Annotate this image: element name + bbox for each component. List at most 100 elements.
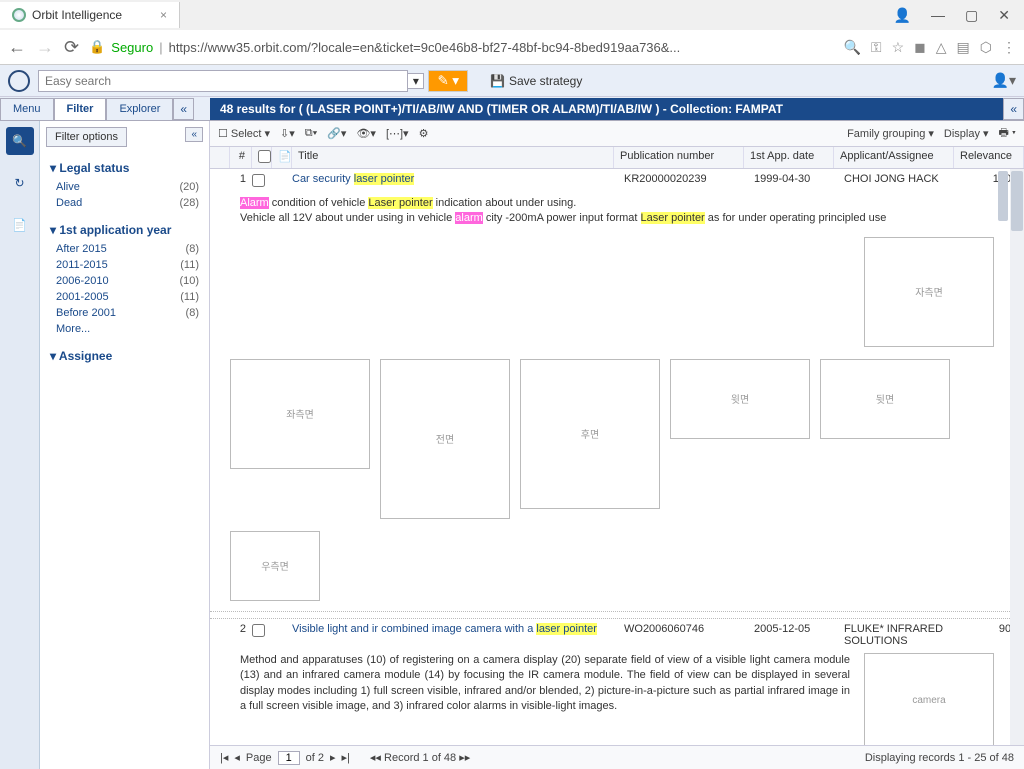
col-pub[interactable]: Publication number [614, 147, 744, 168]
filter-item-year[interactable]: More... [50, 321, 199, 337]
tab-filter[interactable]: Filter [54, 98, 107, 120]
first-page-icon[interactable]: |◂ [220, 751, 228, 764]
blocker-icon[interactable]: ◼ [914, 39, 926, 56]
minimize-icon[interactable]: — [931, 7, 945, 24]
group-button[interactable]: ⧉▾ [305, 127, 317, 140]
chevron-down-icon[interactable]: ▾ [408, 73, 424, 89]
scroll-bumper[interactable] [998, 171, 1008, 221]
next-page-icon[interactable]: ▸ [330, 751, 336, 764]
close-icon[interactable]: × [160, 8, 167, 22]
filter-item-year[interactable]: After 2015(8) [50, 241, 199, 257]
col-num[interactable]: # [230, 147, 252, 168]
forward-icon: → [36, 37, 54, 58]
last-page-icon[interactable]: ▸| [342, 751, 350, 764]
result-row: 2 Visible light and ir combined image ca… [210, 619, 1024, 745]
filter-legal-status-header[interactable]: ▾ Legal status [50, 157, 199, 179]
prev-rec-icon[interactable]: ◂◂ [370, 752, 381, 764]
figure-thumbnail[interactable]: 전면 [380, 359, 510, 519]
collapse-right-icon[interactable]: « [1003, 98, 1024, 120]
family-grouping-menu[interactable]: Family grouping ▾ [847, 124, 934, 143]
history-rail-icon[interactable]: ↻ [6, 169, 34, 197]
export-button[interactable]: ⇩▾ [280, 127, 295, 140]
row-checkbox[interactable] [252, 624, 265, 637]
filter-item-year[interactable]: 2006-2010(10) [50, 273, 199, 289]
result-row: 1 Car security laser pointer KR200000202… [210, 169, 1024, 612]
filter-item-legal[interactable]: Dead(28) [50, 195, 199, 211]
filter-item-year[interactable]: 2001-2005(11) [50, 289, 199, 305]
star-icon[interactable]: ☆ [892, 39, 905, 56]
row-checkbox[interactable] [252, 174, 265, 187]
search-box: ▾ ✎ ▾ [38, 70, 468, 92]
figure-thumbnail[interactable]: 우측면 [230, 531, 320, 601]
nav-bar: ← → ⟳ 🔒 Seguro | https://www35.orbit.com… [0, 30, 1024, 64]
tabs-row: Menu Filter Explorer « 48 results for ( … [0, 97, 1024, 121]
col-relevance[interactable]: Relevance [954, 147, 1024, 168]
pub-number: WO2006060746 [624, 623, 754, 635]
secure-label: Seguro [111, 40, 153, 55]
select-all-checkbox[interactable] [258, 150, 271, 163]
scrollbar-thumb[interactable] [1011, 171, 1023, 231]
figure-thumbnail[interactable]: 좌측면 [230, 359, 370, 469]
filter-item-year[interactable]: 2011-2015(11) [50, 257, 199, 273]
edit-search-button[interactable]: ✎ ▾ [428, 70, 468, 92]
figure-thumbnail[interactable]: 후면 [520, 359, 660, 509]
filter-app-year-header[interactable]: ▾ 1st application year [50, 219, 199, 241]
page-input[interactable] [278, 751, 300, 765]
figure-thumbnail[interactable]: 뒷면 [820, 359, 950, 439]
pagination: |◂ ◂ Page of 2 ▸ ▸| ◂◂ Record 1 of 48 ▸▸… [210, 745, 1024, 769]
col-title[interactable]: Title [292, 147, 614, 168]
search-icon[interactable]: 🔍 [843, 39, 860, 56]
col-doc-icon: 📄 [272, 147, 292, 168]
window-controls: 👤 — ▢ ✕ [880, 7, 1024, 24]
app-header: ▾ ✎ ▾ 💾 Save strategy 👤▾ [0, 65, 1024, 97]
page-label: Page [246, 752, 272, 764]
tab-explorer[interactable]: Explorer [106, 98, 173, 120]
figure-thumbnail[interactable]: camera [864, 653, 994, 745]
logo-icon[interactable] [8, 70, 30, 92]
thumbnails: 우측면 [210, 525, 1024, 607]
filter-assignee-header[interactable]: ▾ Assignee [50, 345, 199, 367]
tab-menu[interactable]: Menu [0, 98, 54, 120]
col-date[interactable]: 1st App. date [744, 147, 834, 168]
result-title[interactable]: Visible light and ir combined image came… [292, 623, 624, 635]
figure-thumbnail[interactable]: 윗면 [670, 359, 810, 439]
menu-icon[interactable]: ⋮ [1002, 39, 1016, 56]
pdf-icon[interactable]: ▤ [957, 39, 970, 56]
display-menu[interactable]: Display ▾ [944, 124, 989, 143]
select-menu[interactable]: ☐ Select ▾ [218, 127, 270, 140]
prev-page-icon[interactable]: ◂ [234, 751, 240, 764]
drive-icon[interactable]: △ [936, 39, 947, 56]
search-rail-icon[interactable]: 🔍 [6, 127, 34, 155]
bracket-button[interactable]: [⋯]▾ [386, 127, 409, 140]
filter-item-legal[interactable]: Alive(20) [50, 179, 199, 195]
collapse-filter-icon[interactable]: « [185, 127, 203, 142]
browser-tab[interactable]: Orbit Intelligence × [0, 2, 180, 28]
filter-item-year[interactable]: Before 2001(8) [50, 305, 199, 321]
settings-button[interactable]: ⚙ [419, 127, 429, 140]
url-bar[interactable]: 🔒 Seguro | https://www35.orbit.com/?loca… [89, 39, 833, 55]
next-rec-icon[interactable]: ▸▸ [459, 752, 470, 764]
maximize-icon[interactable]: ▢ [965, 7, 978, 24]
user-menu-icon[interactable]: 👤▾ [992, 72, 1016, 89]
thumbnails: 자측면 [210, 231, 1024, 353]
eye-button[interactable]: 👁▾ [356, 127, 376, 140]
result-title[interactable]: Car security laser pointer [292, 173, 624, 185]
scrollbar[interactable] [1010, 169, 1024, 745]
row-num: 2 [210, 623, 252, 635]
col-assignee[interactable]: Applicant/Assignee [834, 147, 954, 168]
ext-icon[interactable]: ⬡ [980, 39, 992, 56]
link-button[interactable]: 🔗▾ [327, 127, 346, 140]
back-icon[interactable]: ← [8, 37, 26, 58]
print-button[interactable]: 🖶 ▾ [998, 124, 1016, 143]
close-window-icon[interactable]: ✕ [998, 7, 1010, 24]
filter-options-button[interactable]: Filter options [46, 127, 127, 147]
key-icon[interactable]: ⚿ [871, 39, 882, 56]
export-rail-icon[interactable]: 📄 [6, 211, 34, 239]
user-icon[interactable]: 👤 [894, 7, 911, 24]
collapse-left-icon[interactable]: « [173, 98, 194, 120]
main-row: 🔍 ↻ 📄 « Filter options ▾ Legal status Al… [0, 121, 1024, 769]
search-input[interactable] [38, 70, 408, 92]
figure-thumbnail[interactable]: 자측면 [864, 237, 994, 347]
save-strategy-button[interactable]: 💾 Save strategy [490, 74, 582, 88]
reload-icon[interactable]: ⟳ [64, 37, 79, 58]
